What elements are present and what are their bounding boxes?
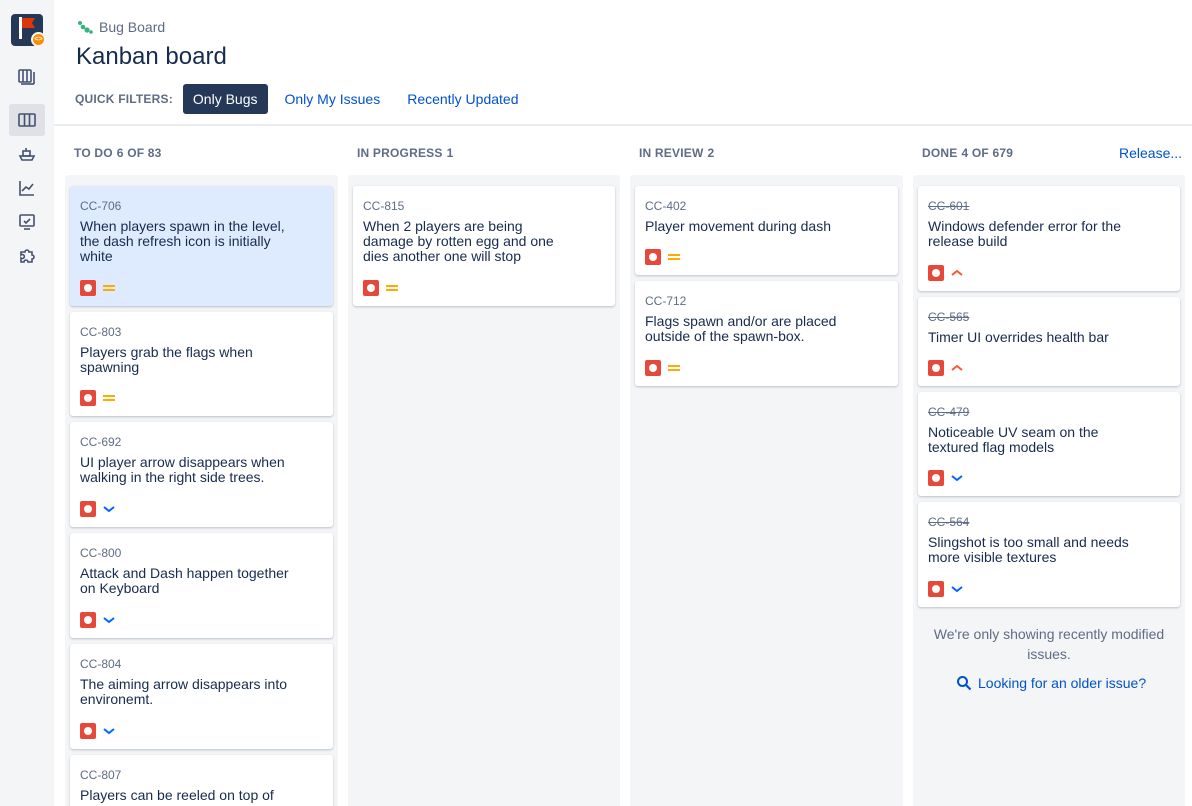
issue-card[interactable]: CC-692 UI player arrow disappears when w… xyxy=(70,422,333,527)
column-count: 4 OF 679 xyxy=(961,146,1014,160)
issue-card[interactable]: CC-800 Attack and Dash happen together o… xyxy=(70,533,333,638)
priority-medium-icon xyxy=(103,395,115,401)
column-count: 6 OF 83 xyxy=(116,146,162,160)
issue-summary: When 2 players are being damage by rotte… xyxy=(363,218,554,264)
filter-only-bugs[interactable]: Only Bugs xyxy=(182,84,268,114)
bug-type-icon xyxy=(80,280,96,296)
dev-badge-icon: <> xyxy=(31,32,46,47)
issue-key: CC-800 xyxy=(80,546,122,560)
issue-card[interactable]: CC-807 Players can be reeled on top of xyxy=(70,755,333,806)
issue-key: CC-815 xyxy=(363,199,405,213)
priority-medium-icon xyxy=(103,285,115,291)
bug-type-icon xyxy=(928,360,944,376)
column-count: 1 xyxy=(446,146,454,160)
bug-type-icon xyxy=(645,249,661,265)
bug-type-icon xyxy=(928,581,944,597)
issue-summary: Flags spawn and/or are placed outside of… xyxy=(645,313,837,344)
backlog-nav-icon[interactable] xyxy=(9,60,45,92)
column-header-in-review: IN REVIEW 2 xyxy=(639,146,714,160)
issue-summary: Players can be reeled on top of xyxy=(80,787,274,803)
bug-type-icon xyxy=(80,612,96,628)
older-issue-link-label[interactable]: Looking for an older issue? xyxy=(978,675,1146,691)
issue-summary: Slingshot is too small and needs more vi… xyxy=(928,534,1129,565)
bug-type-icon xyxy=(645,360,661,376)
issue-summary: Windows defender error for the release b… xyxy=(928,218,1121,249)
issue-card[interactable]: CC-706 When players spawn in the level, … xyxy=(70,186,333,306)
issue-key: CC-712 xyxy=(645,294,687,308)
bug-type-icon xyxy=(363,280,379,296)
older-issue-link[interactable]: Looking for an older issue? xyxy=(956,675,1146,691)
issue-key: CC-402 xyxy=(645,199,687,213)
header-divider xyxy=(54,124,1192,126)
issue-summary: UI player arrow disappears when walking … xyxy=(80,454,285,485)
addons-puzzle-icon[interactable] xyxy=(9,240,45,272)
issue-summary: When players spawn in the level, the das… xyxy=(80,218,285,264)
column-count: 2 xyxy=(707,146,715,160)
release-link[interactable]: Release... xyxy=(1119,145,1182,161)
issue-key: CC-601 xyxy=(928,199,970,213)
issue-summary: Noticeable UV seam on the textured flag … xyxy=(928,424,1099,455)
column-header-todo: TO DO 6 OF 83 xyxy=(74,146,162,160)
filter-recently-updated[interactable]: Recently Updated xyxy=(397,84,528,114)
search-icon xyxy=(957,676,972,691)
issue-summary: The aiming arrow disappears into environ… xyxy=(80,676,287,707)
issue-key: CC-479 xyxy=(928,405,970,419)
releases-ship-icon[interactable] xyxy=(9,138,45,170)
priority-low-icon xyxy=(103,728,115,735)
column-title: IN REVIEW xyxy=(639,146,704,160)
board-nav-icon[interactable] xyxy=(9,104,45,136)
recent-issues-note: We're only showing recently modified iss… xyxy=(933,626,1165,662)
project-sidebar: <> xyxy=(0,0,54,806)
column-title: TO DO xyxy=(74,146,113,160)
bug-board-icon xyxy=(78,21,93,34)
issue-key: CC-706 xyxy=(80,199,122,213)
quick-filters: QUICK FILTERS: Only Bugs Only My Issues … xyxy=(75,84,536,114)
page-title: Kanban board xyxy=(76,43,227,70)
bug-type-icon xyxy=(80,501,96,517)
issue-card[interactable]: CC-815 When 2 players are being damage b… xyxy=(353,186,615,306)
issue-key: CC-803 xyxy=(80,325,122,339)
priority-high-icon xyxy=(951,269,963,276)
issue-key: CC-807 xyxy=(80,768,122,782)
priority-medium-icon xyxy=(668,365,680,371)
issue-card[interactable]: CC-565 Timer UI overrides health bar xyxy=(918,297,1180,386)
issue-card[interactable]: CC-712 Flags spawn and/or are placed out… xyxy=(635,281,898,386)
priority-low-icon xyxy=(951,475,963,482)
project-avatar[interactable]: <> xyxy=(11,14,46,47)
issue-card[interactable]: CC-804 The aiming arrow disappears into … xyxy=(70,644,333,749)
filter-only-my-issues[interactable]: Only My Issues xyxy=(275,84,391,114)
issue-key: CC-692 xyxy=(80,435,122,449)
issue-summary: Timer UI overrides health bar xyxy=(928,329,1109,345)
column-header-in-progress: IN PROGRESS 1 xyxy=(357,146,453,160)
priority-low-icon xyxy=(103,506,115,513)
bug-type-icon xyxy=(928,470,944,486)
column-title: IN PROGRESS xyxy=(357,146,443,160)
bug-type-icon xyxy=(80,390,96,406)
issue-summary: Players grab the flags when spawning xyxy=(80,344,253,375)
reports-chart-icon[interactable] xyxy=(9,172,45,204)
quick-filters-label: QUICK FILTERS: xyxy=(75,92,173,106)
issue-card[interactable]: CC-564 Slingshot is too small and needs … xyxy=(918,502,1180,607)
breadcrumb[interactable]: Bug Board xyxy=(77,19,165,35)
issue-key: CC-804 xyxy=(80,657,122,671)
issues-screen-icon[interactable] xyxy=(9,206,45,238)
priority-medium-icon xyxy=(668,254,680,260)
issue-card[interactable]: CC-601 Windows defender error for the re… xyxy=(918,186,1180,291)
bug-type-icon xyxy=(928,265,944,281)
priority-medium-icon xyxy=(386,285,398,291)
breadcrumb-project-link[interactable]: Bug Board xyxy=(99,19,165,35)
issue-summary: Player movement during dash xyxy=(645,218,831,234)
issue-card[interactable]: CC-803 Players grab the flags when spawn… xyxy=(70,312,333,416)
issue-key: CC-565 xyxy=(928,310,970,324)
issue-card[interactable]: CC-479 Noticeable UV seam on the texture… xyxy=(918,392,1180,496)
bug-type-icon xyxy=(80,723,96,739)
priority-low-icon xyxy=(103,617,115,624)
priority-low-icon xyxy=(951,586,963,593)
priority-high-icon xyxy=(951,364,963,371)
column-title: DONE xyxy=(922,146,958,160)
column-header-done: DONE 4 OF 679 xyxy=(922,146,1013,160)
issue-key: CC-564 xyxy=(928,515,970,529)
issue-summary: Attack and Dash happen together on Keybo… xyxy=(80,565,289,596)
issue-card[interactable]: CC-402 Player movement during dash xyxy=(635,186,898,275)
